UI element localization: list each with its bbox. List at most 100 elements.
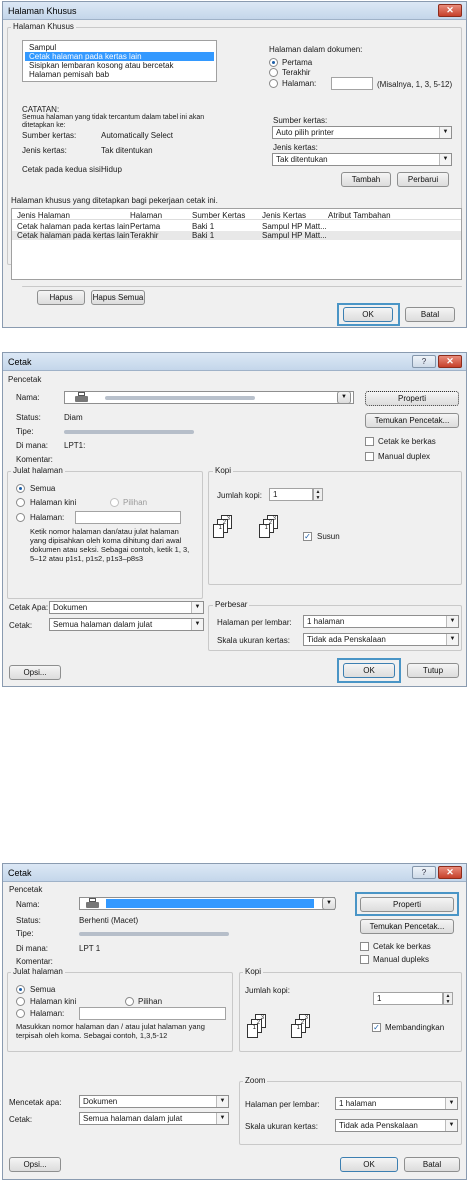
update-button[interactable]: Perbarui [397,172,449,187]
print-to-file-checkbox[interactable] [365,437,374,446]
print-select[interactable]: Semua halaman dalam julat ▼ [79,1112,229,1125]
pages-input[interactable] [331,77,373,90]
printer-name-select[interactable] [79,897,335,910]
radio-current-label: Halaman kini [30,997,77,1006]
cancel-button[interactable]: Batal [405,307,455,322]
radio-all-label: Semua [30,484,56,493]
radio-first[interactable] [269,58,278,67]
title-bar: Halaman Khusus ✕ [3,2,466,20]
radio-current-page[interactable] [16,498,25,507]
options-button[interactable]: Opsi... [9,665,61,680]
delete-all-button[interactable]: Hapus Semua [91,290,145,305]
print-dialog-2: Cetak ? ✕ Pencetak Nama: ▼ Properti Stat… [2,863,467,1180]
dropdown-button[interactable]: ▼ [337,391,351,404]
pages-input[interactable] [75,511,181,524]
custom-pages-table[interactable]: Jenis Halaman Halaman Sumber Kertas Jeni… [11,208,462,280]
ok-button[interactable]: OK [340,1157,398,1172]
table-row[interactable]: Cetak halaman pada kertas lain Terakhir … [12,231,461,240]
scale-select[interactable]: Tidak ada Penskalaan ▼ [335,1119,458,1132]
print-what-select[interactable]: Dokumen ▼ [79,1095,229,1108]
close-icon[interactable]: ✕ [438,866,462,879]
delete-button[interactable]: Hapus [37,290,85,305]
properties-button[interactable]: Properti [360,897,454,912]
add-button[interactable]: Tambah [341,172,391,187]
radio-selection[interactable] [125,997,134,1006]
pages-per-sheet-select[interactable]: 1 halaman ▼ [335,1097,458,1110]
paper-source-select[interactable]: Auto pilih printer ▼ [272,126,452,139]
print-both-label: Cetak pada kedua sisi: [22,165,103,174]
collate-checkbox[interactable]: ✓ [372,1023,381,1032]
copies-group [208,471,462,585]
radio-all[interactable] [16,985,25,994]
print-to-file-checkbox[interactable] [360,942,369,951]
find-printer-button[interactable]: Temukan Pencetak... [360,919,454,934]
cell: Pertama [130,222,161,231]
group-label: Halaman Khusus [11,22,76,31]
cell: Baki 1 [192,231,215,240]
radio-pages[interactable] [16,513,25,522]
options-button[interactable]: Opsi... [9,1157,61,1172]
cancel-button[interactable]: Batal [404,1157,460,1172]
ok-button[interactable]: OK [343,663,395,678]
copies-label: Kopi [243,967,264,976]
printer-name-select[interactable] [64,391,354,404]
radio-pages-label: Halaman: [30,1009,65,1018]
chevron-down-icon: ▼ [439,154,451,165]
pages-per-sheet-select[interactable]: 1 halaman ▼ [303,615,459,628]
comment-label: Komentar: [16,957,53,966]
list-item[interactable]: Sampul [25,43,214,52]
close-button[interactable]: Tutup [407,663,459,678]
find-printer-button[interactable]: Temukan Pencetak... [365,413,459,428]
collate-page-icon: 1 [213,524,224,538]
col-header[interactable]: Atribut Tambahan [328,211,391,220]
copies-input[interactable]: 1 [373,992,443,1005]
printer-icon [86,898,99,909]
print-to-file-label: Cetak ke berkas [373,942,431,951]
col-header[interactable]: Jenis Kertas [262,211,306,220]
col-header[interactable]: Halaman [130,211,162,220]
select-value: Dokumen [83,1097,118,1106]
scale-select[interactable]: Tidak ada Penskalaan ▼ [303,633,459,646]
help-icon[interactable]: ? [412,355,436,368]
copies-stepper[interactable]: ▲ ▼ [313,488,323,501]
print-select[interactable]: Semua halaman dalam julat ▼ [49,618,204,631]
ok-button[interactable]: OK [343,307,393,322]
copies-input[interactable]: 1 [269,488,313,501]
collate-checkbox[interactable]: ✓ [303,532,312,541]
close-icon[interactable]: ✕ [438,355,462,368]
page-type-list[interactable]: Sampul Cetak halaman pada kertas lain Si… [22,40,217,82]
manual-duplex-checkbox[interactable] [360,955,369,964]
pages-per-sheet-label: Halaman per lembar: [217,618,292,627]
help-icon[interactable]: ? [412,866,436,879]
list-item-selected[interactable]: Cetak halaman pada kertas lain [25,52,214,61]
radio-current-page[interactable] [16,997,25,1006]
pages-hint: (Misalnya, 1, 3, 5-12) [377,80,453,89]
status-value: Berhenti (Macet) [79,916,139,925]
radio-pages[interactable] [16,1009,25,1018]
print-what-select[interactable]: Dokumen ▼ [49,601,204,614]
print-what-label: Cetak Apa: [9,603,49,612]
radio-last[interactable] [269,68,278,77]
col-header[interactable]: Jenis Halaman [17,211,70,220]
table-row[interactable]: Cetak halaman pada kertas lain Pertama B… [12,222,461,231]
radio-pages[interactable] [269,79,278,88]
paper-type-value: Tak ditentukan [101,146,153,155]
dropdown-button[interactable]: ▼ [322,897,336,910]
list-item[interactable]: Halaman pemisah bab [25,70,214,79]
properties-button[interactable]: Properti [365,391,459,406]
radio-selection[interactable] [110,498,119,507]
manual-duplex-checkbox[interactable] [365,452,374,461]
copies-stepper[interactable]: ▲ ▼ [443,992,453,1005]
list-item[interactable]: Sisipkan lembaran kosong atau bercetak [25,61,214,70]
pages-input[interactable] [79,1007,226,1020]
chevron-down-icon: ▼ [216,1096,228,1107]
type-label: Tipe: [16,929,34,938]
chevron-down-icon: ▼ [445,1098,457,1109]
select-value: Tak ditentukan [276,155,328,164]
action-group [22,286,462,287]
close-icon[interactable]: ✕ [438,4,462,17]
paper-type-select[interactable]: Tak ditentukan ▼ [272,153,452,166]
radio-all[interactable] [16,484,25,493]
radio-pages-label: Halaman: [282,79,317,88]
col-header[interactable]: Sumber Kertas [192,211,245,220]
